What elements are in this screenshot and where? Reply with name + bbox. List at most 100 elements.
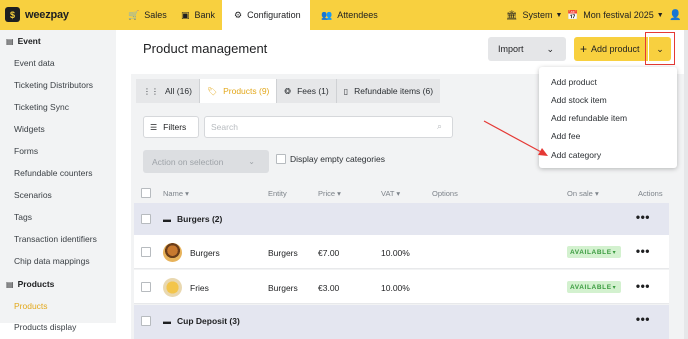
chevron-down-icon: ▾ (612, 249, 617, 256)
row-actions-button[interactable]: ••• (636, 244, 650, 258)
event-selector[interactable]: 📅 Mon festival 2025 ▼ (567, 0, 664, 30)
sidebar-item-tags[interactable]: Tags (14, 212, 32, 222)
menu-item-add-refundable-item[interactable]: Add refundable item (551, 113, 627, 123)
column-header-name[interactable]: Name ▾ (163, 189, 189, 198)
add-product-label: Add product (591, 44, 640, 54)
sidebar-item-transaction-identifiers[interactable]: Transaction identifiers (14, 234, 97, 244)
import-button[interactable]: Import ⌄ (488, 37, 566, 61)
logo-mark-icon: $ (5, 7, 20, 22)
status-badge[interactable]: AVAILABLE ▾ (567, 246, 621, 258)
row-actions-button[interactable]: ••• (636, 210, 650, 224)
category-row[interactable]: ▬ Cup Deposit (3) ••• (134, 305, 669, 339)
user-menu[interactable]: 👤 (669, 0, 681, 30)
weezpay-logo[interactable]: $ weezpay (5, 7, 69, 22)
tab-fees[interactable]: ❂ Fees (1) (277, 79, 337, 103)
tab-label: All (16) (165, 86, 192, 96)
row-checkbox[interactable] (141, 247, 151, 257)
menu-item-add-stock-item[interactable]: Add stock item (551, 95, 607, 105)
row-actions-button[interactable]: ••• (636, 279, 650, 293)
nav-tab-label: Configuration (247, 10, 301, 20)
nav-tab-sales[interactable]: 🛒 Sales (119, 0, 176, 30)
tab-label: Refundable items (6) (354, 86, 434, 96)
chevron-down-icon: ▾ (612, 284, 617, 291)
event-label: Mon festival 2025 (583, 10, 654, 20)
folder-icon: ▬ (163, 214, 171, 224)
scrollbar[interactable] (684, 30, 688, 339)
sidebar-item-widgets[interactable]: Widgets (14, 124, 45, 134)
table-row[interactable]: Burgers Burgers €7.00 10.00% AVAILABLE ▾ … (134, 235, 669, 269)
logo-text: weezpay (25, 8, 69, 21)
gear-icon: ⚙ (234, 9, 243, 20)
action-on-selection-button[interactable]: Action on selection ⌄ (143, 150, 269, 173)
sidebar-section-products: ▤ Products (6, 279, 54, 289)
building-icon: 🏛 (506, 9, 518, 20)
category-label: ▬ Burgers (2) (163, 214, 223, 224)
action-label: Action on selection (152, 156, 224, 167)
filters-button[interactable]: ☰ Filters (143, 116, 199, 138)
nav-tab-configuration[interactable]: ⚙ Configuration (222, 0, 310, 30)
category-row[interactable]: ▬ Burgers (2) ••• (134, 203, 669, 235)
product-name: Burgers (190, 248, 220, 258)
chevron-down-icon: ⌄ (546, 43, 554, 54)
nav-tab-bank[interactable]: ▣ Bank (172, 0, 224, 30)
sidebar-item-forms[interactable]: Forms (14, 146, 38, 156)
column-header-on-sale[interactable]: On sale ▾ (567, 189, 599, 198)
column-header-price[interactable]: Price ▾ (318, 189, 341, 198)
table-row[interactable]: Fries Burgers €3.00 10.00% AVAILABLE ▾ ••… (134, 270, 669, 304)
box-icon: ▤ (6, 279, 14, 289)
import-label: Import (498, 44, 524, 54)
plus-icon: + (580, 42, 588, 56)
select-all-checkbox[interactable] (141, 188, 151, 198)
column-header-entity: Entity (268, 189, 287, 198)
status-badge[interactable]: AVAILABLE ▾ (567, 281, 621, 293)
sidebar-section-event: ▤ Event (6, 36, 41, 46)
folder-icon: ▬ (163, 316, 171, 326)
fries-image (163, 278, 182, 297)
product-price: €3.00 (318, 283, 340, 293)
product-entity: Burgers (268, 283, 298, 293)
column-header-vat[interactable]: VAT ▾ (381, 189, 400, 198)
row-checkbox[interactable] (141, 282, 151, 292)
tag-icon: 🏷 (206, 86, 218, 96)
chevron-down-icon: ⌄ (248, 157, 255, 166)
nav-tab-attendees[interactable]: 👥 Attendees (313, 0, 386, 30)
column-header-actions: Actions (638, 189, 663, 198)
menu-item-add-product[interactable]: Add product (551, 77, 597, 87)
banknote-icon: ▣ (181, 9, 190, 20)
sidebar-item-ticketing-distributors[interactable]: Ticketing Distributors (14, 80, 93, 90)
user-icon: 👤 (669, 9, 682, 21)
empty-categories-label: Display empty categories (290, 154, 385, 164)
row-checkbox[interactable] (141, 214, 151, 224)
grid-icon: ⋮⋮ (143, 86, 159, 96)
row-checkbox[interactable] (141, 316, 151, 326)
product-type-tabs: ⋮⋮ All (16) 🏷 Products (9) ❂ Fees (1) ▯ … (136, 79, 441, 103)
sidebar-item-products-display[interactable]: Products display (14, 322, 76, 332)
calendar-icon: ▤ (6, 36, 14, 46)
sidebar-item-products[interactable]: Products (14, 301, 48, 311)
calendar-icon: 📅 (567, 9, 579, 20)
page-title: Product management (143, 41, 268, 56)
menu-item-add-fee[interactable]: Add fee (551, 131, 580, 141)
tab-label: Fees (1) (297, 86, 329, 96)
menu-item-add-category[interactable]: Add category (551, 150, 601, 160)
sidebar-item-refundable-counters[interactable]: Refundable counters (14, 168, 92, 178)
tab-products[interactable]: 🏷 Products (9) (199, 79, 278, 103)
product-name: Fries (190, 283, 209, 293)
sidebar-item-event-data[interactable]: Event data (14, 58, 55, 68)
search-icon: ⌕ (437, 121, 443, 131)
add-product-button[interactable]: + Add product (574, 37, 648, 61)
row-actions-button[interactable]: ••• (636, 312, 650, 326)
column-header-options: Options (432, 189, 458, 198)
product-price: €7.00 (318, 248, 340, 258)
coins-icon: ❂ (284, 86, 292, 96)
system-menu[interactable]: 🏛 System ▼ (506, 0, 562, 30)
filter-icon: ☰ (150, 122, 158, 132)
sidebar-item-scenarios[interactable]: Scenarios (14, 190, 52, 200)
empty-categories-checkbox[interactable] (276, 154, 286, 164)
sidebar-item-chip-data-mappings[interactable]: Chip data mappings (14, 256, 90, 266)
tab-all[interactable]: ⋮⋮ All (16) (136, 79, 200, 103)
tab-refundable-items[interactable]: ▯ Refundable items (6) (336, 79, 441, 103)
chevron-down-icon: ▼ (555, 11, 563, 19)
search-input[interactable] (204, 116, 453, 138)
sidebar-item-ticketing-sync[interactable]: Ticketing Sync (14, 102, 69, 112)
